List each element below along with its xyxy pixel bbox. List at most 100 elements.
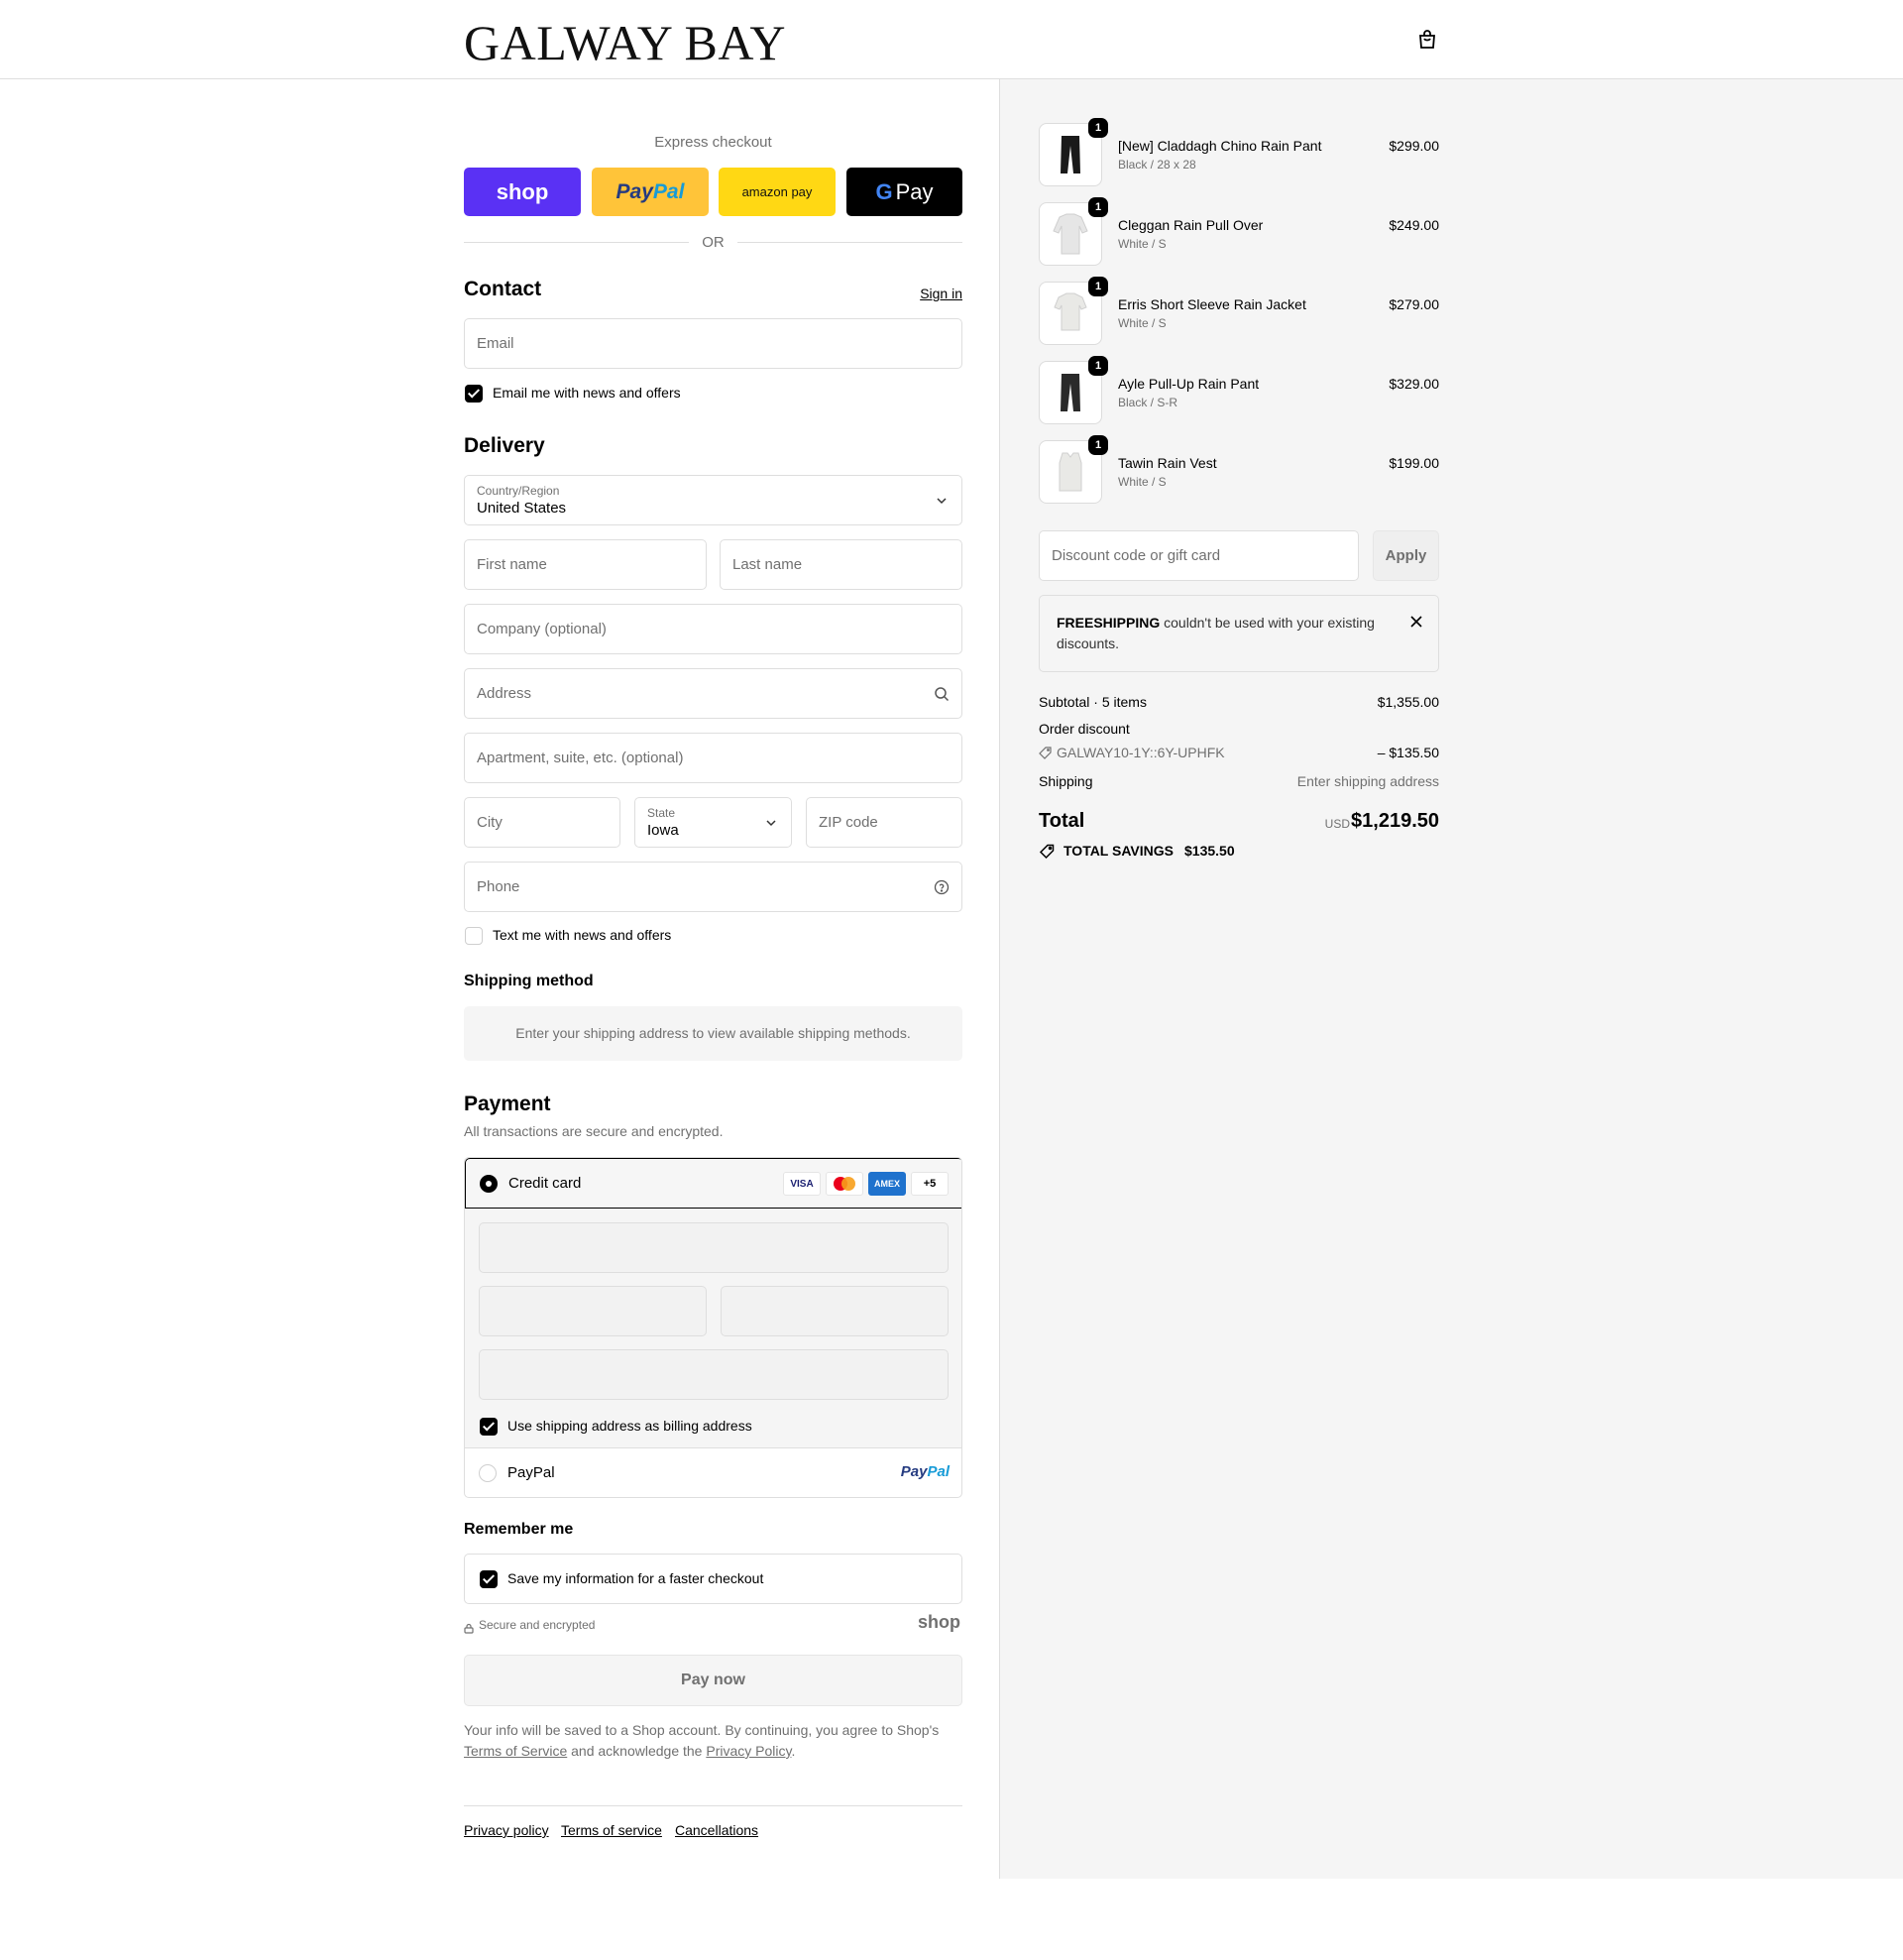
apartment-field[interactable]: Apartment, suite, etc. (optional) — [464, 733, 962, 783]
country-value: United States — [477, 500, 567, 517]
paypal-option[interactable]: PayPal PayPal — [465, 1448, 961, 1497]
paypal-logo: PayPal — [901, 1463, 950, 1480]
apply-discount-button[interactable]: Apply — [1373, 530, 1439, 581]
item-price: $279.00 — [1389, 296, 1439, 312]
chevron-down-icon — [937, 498, 947, 505]
express-checkout-title: Express checkout — [654, 134, 772, 151]
notice-text: FREESHIPPING couldn't be used with your … — [1057, 613, 1384, 654]
pay-now-button[interactable]: Pay now — [464, 1655, 962, 1706]
subtotal-value: $1,355.00 — [1377, 694, 1439, 710]
card-expiry-field[interactable] — [479, 1286, 707, 1336]
sign-in-link[interactable]: Sign in — [920, 286, 962, 301]
card-security-code-field[interactable] — [721, 1286, 949, 1336]
zip-placeholder: ZIP code — [819, 814, 878, 831]
shop-logo: shop — [918, 1612, 960, 1632]
billing-same-checkbox[interactable] — [480, 1418, 498, 1436]
paypal-pay-text: Pay — [616, 179, 653, 203]
notice-code: FREESHIPPING — [1057, 615, 1161, 631]
card-name-field[interactable] — [479, 1349, 949, 1400]
apartment-placeholder: Apartment, suite, etc. (optional) — [477, 749, 684, 766]
last-name-field[interactable]: Last name — [720, 539, 962, 590]
savings-label: TOTAL SAVINGS — [1063, 843, 1174, 859]
phone-field[interactable]: Phone — [464, 862, 962, 912]
item-variant: White / S — [1118, 475, 1167, 489]
google-pay-button[interactable]: G Pay — [846, 168, 962, 216]
state-select[interactable]: State Iowa — [634, 797, 792, 848]
country-label: Country/Region — [477, 484, 560, 498]
shipping-label: Shipping — [1039, 773, 1093, 789]
legal-text-b: and acknowledge the — [567, 1743, 707, 1759]
footer-privacy-policy-link[interactable]: Privacy policy — [464, 1822, 549, 1838]
item-name: Ayle Pull-Up Rain Pant — [1118, 376, 1260, 392]
quantity-badge: 1 — [1088, 197, 1108, 217]
line-item: 1 Erris Short Sleeve Rain Jacket White /… — [1039, 277, 1439, 345]
terms-of-service-link[interactable]: Terms of Service — [464, 1743, 567, 1759]
paypal-button[interactable]: Pay Pal — [592, 168, 709, 216]
item-variant: Black / S-R — [1118, 396, 1178, 409]
item-variant: White / S — [1118, 237, 1167, 251]
visa-icon: VISA — [783, 1172, 821, 1196]
address-placeholder: Address — [477, 685, 532, 702]
item-variant: Black / 28 x 28 — [1118, 158, 1196, 172]
shop-pay-button[interactable]: shop — [464, 168, 581, 216]
shopping-bag-icon[interactable] — [1415, 28, 1439, 52]
country-select[interactable]: Country/Region United States — [464, 475, 962, 525]
delivery-heading: Delivery — [464, 434, 545, 457]
paypal-option-label: PayPal — [507, 1464, 555, 1481]
discount-code-input[interactable]: Discount code or gift card — [1039, 530, 1359, 581]
lock-icon — [464, 1619, 474, 1639]
last-name-placeholder: Last name — [732, 556, 803, 573]
brand-logo[interactable]: GALWAY BAY — [464, 14, 786, 71]
email-placeholder: Email — [477, 335, 514, 352]
email-field[interactable]: Email — [464, 318, 962, 369]
remember-me-box: Save my information for a faster checkou… — [464, 1554, 962, 1604]
discount-notice: FREESHIPPING couldn't be used with your … — [1039, 595, 1439, 672]
city-field[interactable]: City — [464, 797, 620, 848]
email-news-checkbox[interactable] — [465, 385, 483, 403]
line-item: 1 [New] Claddagh Chino Rain Pant Black /… — [1039, 118, 1439, 186]
close-icon[interactable] — [1408, 614, 1424, 630]
tag-icon — [1039, 747, 1052, 759]
save-info-checkbox[interactable] — [480, 1570, 498, 1588]
quantity-badge: 1 — [1088, 435, 1108, 455]
currency-code: USD — [1324, 817, 1350, 831]
contact-heading: Contact — [464, 278, 542, 300]
line-item: 1 Cleggan Rain Pull Over White / S $249.… — [1039, 197, 1439, 266]
order-discount-label: Order discount — [1039, 721, 1130, 737]
item-price: $249.00 — [1389, 217, 1439, 233]
shipping-method-info: Enter your shipping address to view avai… — [464, 1006, 962, 1061]
footer-terms-of-service-link[interactable]: Terms of service — [561, 1822, 662, 1838]
header: GALWAY BAY — [0, 0, 1903, 79]
total-value: $1,219.50 — [1351, 810, 1439, 832]
company-placeholder: Company (optional) — [477, 621, 607, 637]
address-field[interactable]: Address — [464, 668, 962, 719]
footer-cancellations-link[interactable]: Cancellations — [675, 1822, 758, 1838]
company-field[interactable]: Company (optional) — [464, 604, 962, 654]
help-circle-icon[interactable] — [934, 879, 950, 895]
legal-text: Your info will be saved to a Shop accoun… — [464, 1720, 962, 1762]
product-image: 1 — [1039, 435, 1108, 504]
zip-field[interactable]: ZIP code — [806, 797, 962, 848]
product-image: 1 — [1039, 197, 1108, 266]
state-label: State — [647, 806, 676, 820]
item-variant: White / S — [1118, 316, 1167, 330]
card-number-field[interactable] — [479, 1222, 949, 1273]
state-value: Iowa — [647, 822, 679, 839]
search-icon — [935, 687, 950, 702]
discount-value: – $135.50 — [1377, 745, 1439, 760]
first-name-field[interactable]: First name — [464, 539, 707, 590]
subtotal-label: Subtotal · 5 items — [1039, 694, 1147, 710]
amazon-pay-button[interactable]: amazon pay — [719, 168, 836, 216]
credit-card-form: Use shipping address as billing address — [465, 1209, 961, 1448]
legal-text-a: Your info will be saved to a Shop accoun… — [464, 1722, 940, 1738]
credit-card-radio[interactable] — [480, 1175, 498, 1193]
credit-card-option[interactable]: Credit card VISA AMEX +5 — [465, 1158, 961, 1209]
paypal-pal-text: Pal — [652, 179, 685, 203]
shipping-row: Shipping Enter shipping address — [1039, 773, 1439, 789]
quantity-badge: 1 — [1088, 118, 1108, 138]
order-summary-background — [999, 79, 1903, 1879]
paypal-radio[interactable] — [479, 1464, 497, 1482]
text-news-checkbox[interactable] — [465, 927, 483, 945]
privacy-policy-link[interactable]: Privacy Policy — [706, 1743, 791, 1759]
item-name: Cleggan Rain Pull Over — [1118, 217, 1264, 233]
